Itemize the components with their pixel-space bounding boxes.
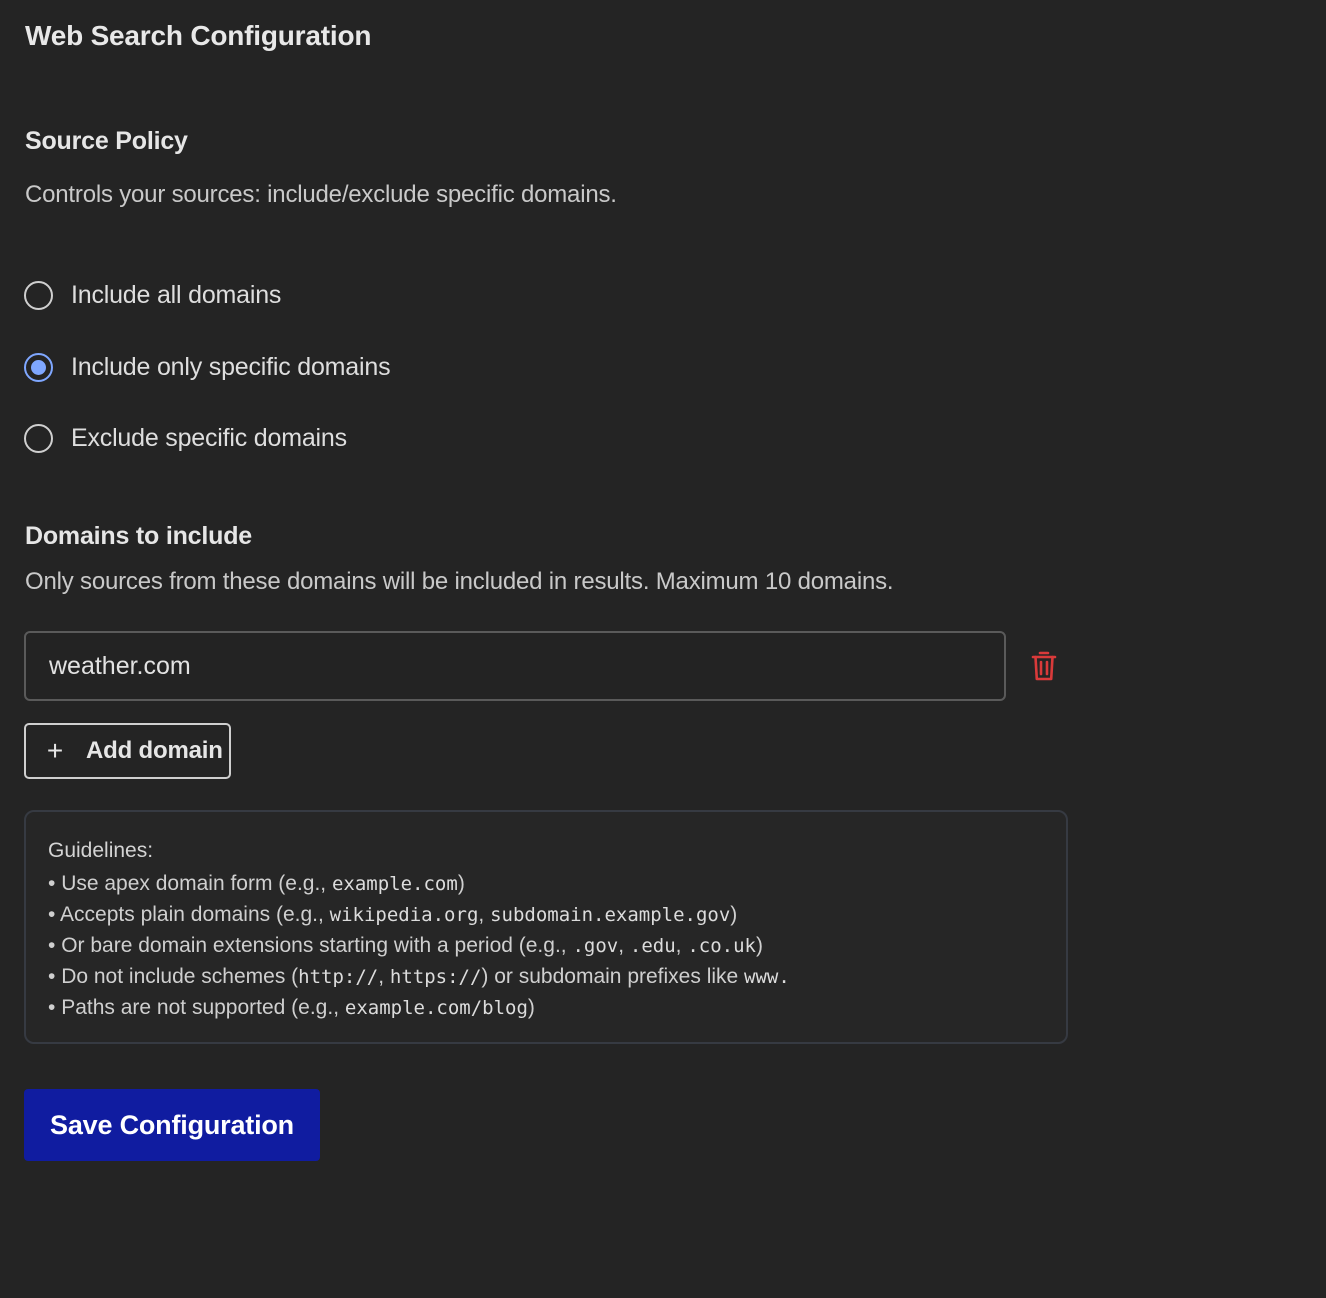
guideline-code: subdomain.example.gov (490, 904, 731, 926)
add-domain-label: Add domain (86, 737, 223, 764)
guideline-code: wikipedia.org (329, 904, 479, 926)
guideline-code: https:// (389, 966, 482, 988)
guideline-text: ) (457, 872, 465, 895)
radio-label: Include only specific domains (71, 352, 391, 381)
radio-label: Include all domains (71, 280, 282, 309)
radio-include-all-domains[interactable]: Include all domains (24, 279, 281, 311)
source-policy-title: Source Policy (25, 127, 188, 155)
page-title: Web Search Configuration (25, 20, 372, 51)
guideline-code: www. (744, 966, 790, 988)
guideline-text: , (675, 934, 688, 957)
guideline-text: ) (755, 934, 763, 957)
trash-icon (1031, 651, 1057, 681)
guideline-text: Or bare domain extensions starting with … (55, 934, 573, 957)
radio-circle-include-all[interactable] (24, 280, 53, 310)
source-policy-description: Controls your sources: include/exclude s… (25, 181, 617, 208)
guidelines-title: Guidelines: (48, 839, 154, 862)
radio-circle-include-specific[interactable] (24, 352, 53, 382)
guideline-text: , (378, 965, 390, 988)
radio-exclude-specific-domains[interactable]: Exclude specific domains (24, 422, 347, 454)
guideline-code: example.com (331, 873, 458, 895)
guideline-text: Paths are not supported (e.g., (55, 996, 345, 1019)
radio-label: Exclude specific domains (71, 423, 347, 452)
save-configuration-button[interactable]: Save Configuration (24, 1089, 320, 1161)
delete-domain-button[interactable] (1026, 646, 1062, 686)
add-domain-button[interactable]: + Add domain (24, 723, 231, 779)
guideline-item: • Use apex domain form (e.g., example.co… (48, 869, 1066, 900)
guideline-item: • Accepts plain domains (e.g., wikipedia… (48, 900, 1066, 931)
guideline-item: • Paths are not supported (e.g., example… (48, 993, 1066, 1024)
guideline-code: .edu (629, 935, 676, 957)
guideline-text: , (478, 903, 491, 926)
guideline-text: ) or subdomain prefixes like (481, 965, 745, 988)
guideline-text: , (618, 934, 630, 957)
guideline-text: Accepts plain domains (e.g., (55, 903, 330, 926)
plus-icon: + (46, 735, 64, 766)
web-search-config-page: Web Search Configuration Source Policy C… (0, 0, 1326, 1298)
guideline-text: ) (527, 996, 535, 1019)
guidelines-box: Guidelines: • Use apex domain form (e.g.… (24, 810, 1068, 1044)
guideline-code: example.com/blog (344, 997, 528, 1019)
radio-circle-exclude-specific[interactable] (24, 423, 53, 453)
guideline-text: Use apex domain form (e.g., (55, 872, 332, 895)
guideline-item: • Do not include schemes (http://, https… (48, 962, 1066, 993)
guideline-code: .co.uk (687, 935, 756, 957)
guideline-text: ) (730, 903, 738, 926)
radio-include-specific-domains[interactable]: Include only specific domains (24, 351, 391, 383)
guideline-text: Do not include schemes ( (55, 965, 299, 988)
guideline-code: .gov (572, 935, 619, 957)
guideline-code: http:// (298, 966, 379, 988)
domains-section-description: Only sources from these domains will be … (25, 568, 894, 595)
domains-section-title: Domains to include (25, 522, 252, 550)
guideline-item: • Or bare domain extensions starting wit… (48, 931, 1066, 962)
domain-input[interactable] (24, 631, 1006, 701)
